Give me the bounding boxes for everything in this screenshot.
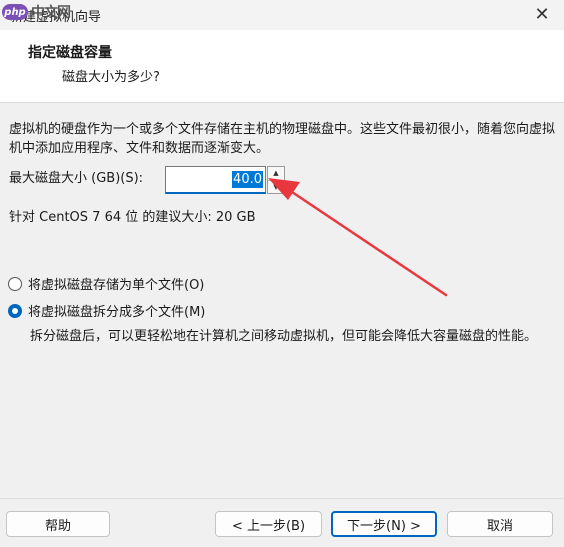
- back-button[interactable]: < 上一步(B): [215, 511, 322, 537]
- wizard-header: 指定磁盘容量 磁盘大小为多少?: [0, 30, 564, 103]
- wizard-footer: 帮助 < 上一步(B) 下一步(N) > 取消: [0, 498, 564, 547]
- radio-single-file[interactable]: 将虚拟磁盘存储为单个文件(O): [8, 274, 204, 293]
- title-bar: 新建虚拟机向导 php 中文网 ✕: [0, 0, 564, 30]
- help-button[interactable]: 帮助: [6, 511, 110, 537]
- disk-size-row: 最大磁盘大小 (GB)(S):: [9, 167, 143, 186]
- disk-size-spinbox: 40.0 ▲ ▼: [165, 166, 285, 196]
- php-logo-icon: php: [2, 4, 28, 20]
- recommended-size-text: 针对 CentOS 7 64 位 的建议大小: 20 GB: [9, 210, 256, 225]
- watermark-text: 中文网: [31, 5, 71, 21]
- page-title: 指定磁盘容量: [28, 45, 112, 61]
- radio-single-indicator[interactable]: [8, 276, 22, 291]
- page-subtitle: 磁盘大小为多少?: [62, 70, 160, 85]
- radio-split-label: 将虚拟磁盘拆分成多个文件(M): [28, 305, 206, 320]
- next-button[interactable]: 下一步(N) >: [331, 511, 437, 537]
- split-description: 拆分磁盘后，可以更轻松地在计算机之间移动虚拟机，但可能会降低大容量磁盘的性能。: [30, 329, 538, 344]
- spin-up-button[interactable]: ▲: [268, 167, 284, 180]
- spin-down-button[interactable]: ▼: [268, 179, 284, 193]
- close-button[interactable]: ✕: [532, 5, 552, 25]
- new-vm-wizard-window: 新建虚拟机向导 php 中文网 ✕ 指定磁盘容量 磁盘大小为多少? 虚拟机的硬盘…: [0, 0, 564, 547]
- radio-single-label: 将虚拟磁盘存储为单个文件(O): [28, 278, 205, 293]
- radio-split-files[interactable]: 将虚拟磁盘拆分成多个文件(M): [8, 301, 205, 320]
- cancel-button[interactable]: 取消: [447, 511, 553, 537]
- wizard-content: 虚拟机的硬盘作为一个或多个文件存储在主机的物理磁盘中。这些文件最初很小，随着您向…: [0, 103, 564, 498]
- spin-buttons: ▲ ▼: [267, 166, 285, 194]
- disk-description: 虚拟机的硬盘作为一个或多个文件存储在主机的物理磁盘中。这些文件最初很小，随着您向…: [9, 122, 556, 156]
- radio-split-indicator[interactable]: [8, 303, 22, 318]
- disk-size-value: 40.0: [232, 171, 263, 188]
- disk-size-input[interactable]: 40.0: [165, 166, 266, 194]
- disk-size-label: 最大磁盘大小 (GB)(S):: [9, 171, 144, 186]
- php-watermark: php 中文网: [2, 2, 71, 22]
